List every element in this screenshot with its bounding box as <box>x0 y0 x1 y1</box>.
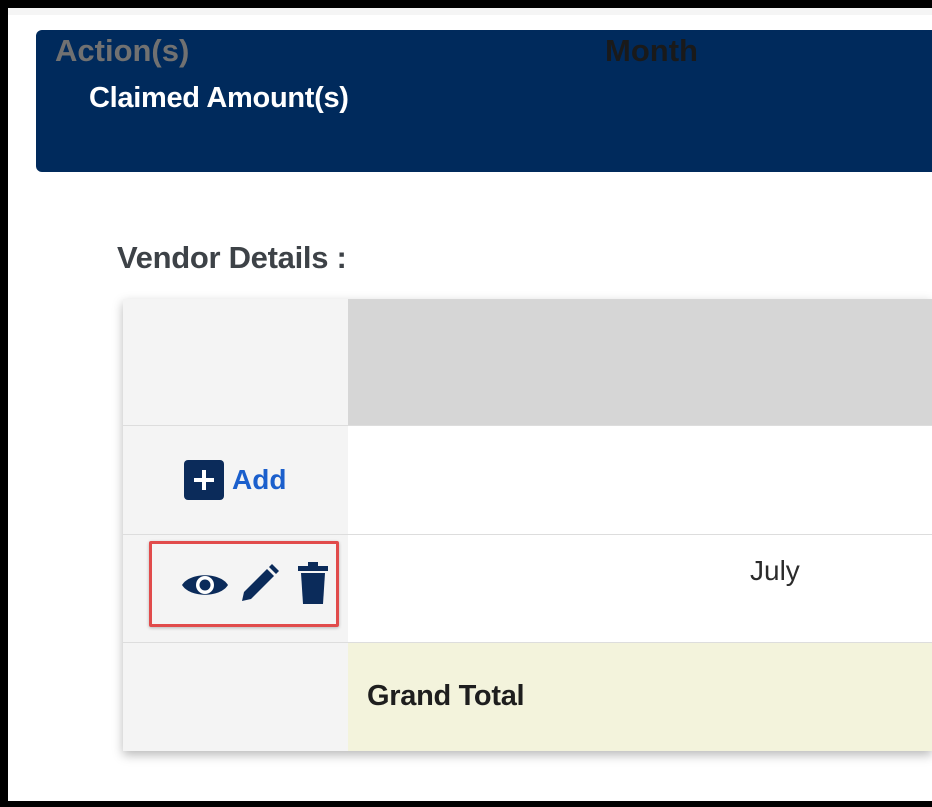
action-column <box>123 299 348 751</box>
vendor-table <box>123 299 932 751</box>
add-button[interactable]: Add <box>184 460 286 500</box>
column-header-month[interactable]: Month <box>605 33 698 69</box>
trash-icon[interactable] <box>296 561 330 610</box>
plus-icon <box>184 460 224 500</box>
edit-icon[interactable] <box>238 563 280 610</box>
grand-total-label: Grand Total <box>367 680 525 712</box>
page-title: Claimed Amount(s) <box>89 82 349 114</box>
row-divider <box>123 425 932 426</box>
row-divider <box>123 534 932 535</box>
month-header-cell <box>348 299 932 425</box>
add-label: Add <box>232 464 287 495</box>
vendor-details-label: Vendor Details : <box>117 240 347 275</box>
view-icon[interactable] <box>180 568 230 607</box>
month-cell: July <box>750 555 800 586</box>
column-header-actions: Action(s) <box>55 33 190 68</box>
